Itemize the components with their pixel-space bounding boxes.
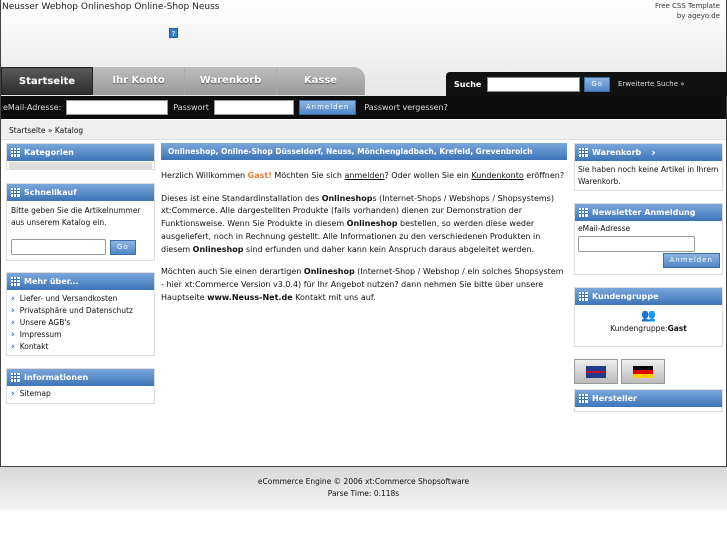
advanced-search-link[interactable]: Erweiterte Suche »	[618, 80, 684, 88]
login-bar: eMail-Adresse: Passwort Anmelden Passwor…	[1, 96, 726, 119]
help-icon[interactable]: ?	[169, 28, 178, 38]
cart-box: Warenkorb › Sie haben noch keine Artikel …	[574, 143, 723, 191]
link-label: Unsere AGB's	[19, 318, 71, 327]
link-contact[interactable]: › Kontakt	[7, 341, 154, 353]
credit-line: by ageyo.de	[676, 12, 720, 20]
cart-text: Sie haben noch keine Artikel in Ihrem Wa…	[578, 165, 719, 186]
link-shipping[interactable]: › Liefer- und Versandkosten	[7, 293, 154, 305]
offer-text: Möchten auch Sie einen derartigen Online…	[161, 267, 564, 302]
tab-kasse[interactable]: Kasse	[277, 67, 365, 95]
language-english-button[interactable]	[574, 359, 618, 384]
newsletter-email-label: eMail-Adresse	[578, 224, 631, 233]
tab-ihr-konto[interactable]: Ihr Konto	[93, 67, 185, 95]
breadcrumb[interactable]: Startseite » Katalog	[1, 120, 726, 140]
chevron-right-icon: ›	[11, 306, 15, 316]
article-number-input[interactable]	[11, 239, 106, 255]
intro-text: Dieses ist eine Standardinstallation des…	[161, 193, 554, 254]
grid-icon	[11, 277, 20, 286]
chevron-right-icon: ›	[11, 318, 15, 328]
box-title: Schnellkauf	[24, 188, 77, 197]
grid-icon	[11, 373, 20, 382]
site-title: Neusser Webhop Onlineshop Online-Shop Ne…	[2, 2, 220, 12]
tab-warenkorb[interactable]: Warenkorb	[185, 67, 277, 95]
search-bar: Suche Go Erweiterte Suche »	[446, 72, 727, 96]
email-input[interactable]	[66, 100, 169, 115]
header: Neusser Webhop Onlineshop Online-Shop Ne…	[1, 0, 727, 96]
more-about-box: Mehr über... › Liefer- und Versandkosten …	[6, 272, 155, 356]
link-label: Impressum	[19, 330, 62, 339]
quickbuy-text: Bitte geben Sie die Artikelnummer aus un…	[11, 206, 141, 227]
grid-icon	[11, 148, 20, 157]
chevron-right-icon: ›	[11, 330, 15, 340]
users-icon: 👥	[641, 308, 656, 322]
login-button[interactable]: Anmelden	[298, 100, 357, 115]
grid-icon	[579, 148, 588, 157]
search-label: Suche	[454, 79, 482, 89]
quickbuy-box: Schnellkauf Bitte geben Sie die Artikeln…	[6, 183, 155, 261]
login-link[interactable]: anmelden	[345, 171, 385, 180]
categories-box: Kategorien	[6, 143, 155, 170]
chevron-right-icon: ›	[11, 342, 15, 352]
content-title: Onlineshop, Online-Shop Düsseldorf, Neus…	[161, 143, 567, 160]
page: Neusser Webhop Onlineshop Online-Shop Ne…	[0, 0, 727, 467]
german-flag-icon	[633, 365, 653, 378]
search-go-button[interactable]: Go	[584, 76, 611, 92]
customer-group-text: Kundengruppe:Gast	[610, 324, 687, 333]
box-title: Warenkorb	[592, 148, 642, 157]
link-imprint[interactable]: › Impressum	[7, 329, 154, 341]
manufacturers-box: Hersteller	[574, 389, 723, 412]
link-sitemap[interactable]: › Sitemap	[7, 386, 154, 400]
footer: eCommerce Engine © 2006 xt:Commerce Shop…	[0, 467, 727, 510]
link-terms[interactable]: › Unsere AGB's	[7, 317, 154, 329]
link-label: Liefer- und Versandkosten	[19, 294, 118, 303]
grid-icon	[579, 292, 588, 301]
link-privacy[interactable]: › Privatsphäre und Datenschutz	[7, 305, 154, 317]
main-nav: Startseite Ihr Konto Warenkorb Kasse	[1, 67, 365, 95]
info-box: Informationen › Sitemap	[6, 368, 155, 404]
cart-header[interactable]: Warenkorb ›	[575, 144, 722, 161]
box-title: Hersteller	[592, 394, 637, 403]
language-german-button[interactable]	[621, 359, 665, 384]
chevron-right-icon: ›	[651, 146, 656, 159]
newsletter-box: Newsletter Anmeldung eMail-Adresse Anmel…	[574, 203, 723, 275]
box-title: Mehr über...	[24, 277, 79, 286]
newsletter-submit-button[interactable]: Anmelden	[662, 253, 720, 268]
tab-startseite[interactable]: Startseite	[1, 67, 93, 95]
welcome-text: Herzlich Willkommen Gast! Möchten Sie si…	[161, 171, 565, 180]
search-input[interactable]	[487, 76, 581, 92]
grid-icon	[11, 188, 20, 197]
grid-icon	[579, 394, 588, 403]
newsletter-email-input[interactable]	[578, 236, 695, 252]
email-label: eMail-Adresse:	[3, 103, 62, 112]
footer-parse-time: Parse Time: 0.118s	[327, 489, 400, 498]
box-title: Newsletter Anmeldung	[592, 208, 696, 217]
forgot-password-link[interactable]: Passwort vergessen?	[364, 103, 448, 112]
password-label: Passwort	[173, 103, 209, 112]
password-input[interactable]	[213, 100, 294, 115]
chevron-right-icon: ›	[11, 294, 15, 304]
uk-flag-icon	[586, 365, 606, 378]
template-credit: Free CSS Template by ageyo.de	[655, 1, 720, 21]
account-link[interactable]: Kundenkonto	[471, 171, 523, 180]
credit-line: Free CSS Template	[654, 2, 720, 10]
main-content: Onlineshop, Online-Shop Düsseldorf, Neus…	[161, 143, 567, 304]
box-title: Informationen	[24, 373, 89, 382]
link-label: Sitemap	[19, 389, 51, 398]
box-title: Kundengruppe	[592, 292, 659, 301]
link-label: Privatsphäre und Datenschutz	[19, 306, 133, 315]
footer-copyright: eCommerce Engine © 2006 xt:Commerce Shop…	[257, 477, 470, 486]
grid-icon	[579, 208, 588, 217]
chevron-right-icon: ›	[11, 389, 15, 399]
quickbuy-go-button[interactable]: Go	[110, 239, 136, 255]
box-title: Kategorien	[24, 148, 74, 157]
customer-group-box: Kundengruppe 👥 Kundengruppe:Gast	[574, 287, 723, 347]
link-label: Kontakt	[19, 342, 49, 351]
